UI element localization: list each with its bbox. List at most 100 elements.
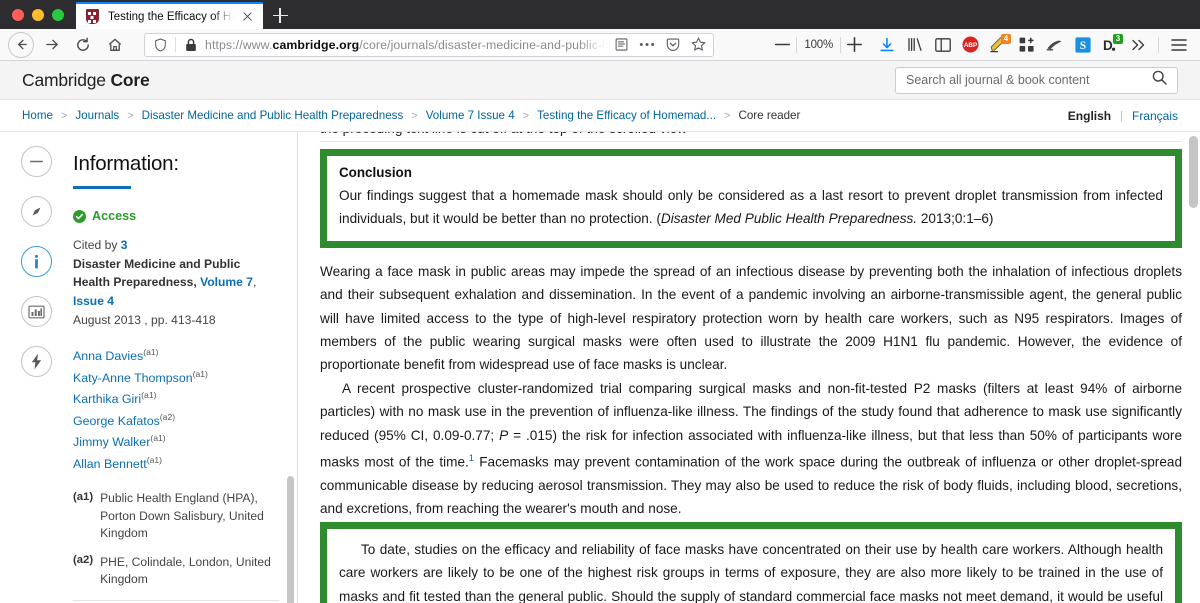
- title-underline: [73, 186, 131, 189]
- minimize-window-button[interactable]: [32, 8, 44, 21]
- logo-light: Cambridge: [22, 69, 111, 90]
- url-divider: [175, 37, 176, 52]
- breadcrumb: Home > Journals > Disaster Medicine and …: [0, 100, 1200, 132]
- sidebar-scrollbar-thumb[interactable]: [287, 476, 294, 603]
- language-francais[interactable]: Français: [1132, 109, 1178, 123]
- conclusion-journal-italic: Disaster Med Public Health Preparedness.: [660, 211, 918, 227]
- author-name: Karthika Giri: [73, 392, 142, 407]
- new-tab-button[interactable]: [263, 2, 297, 29]
- divider: [1158, 36, 1159, 53]
- d-extension-badge: 3: [1113, 33, 1123, 44]
- divider: [73, 599, 279, 601]
- search-icon[interactable]: [1152, 70, 1167, 90]
- pocket-icon[interactable]: [663, 35, 683, 55]
- collapse-icon[interactable]: [21, 146, 52, 177]
- sidebar-toggle-icon[interactable]: [929, 31, 956, 59]
- language-english[interactable]: English: [1068, 109, 1111, 123]
- url-bar[interactable]: https://www.cambridge.org/core/journals/…: [144, 32, 714, 57]
- author-name: Allan Bennett: [73, 456, 147, 471]
- navigate-compass-icon[interactable]: [21, 196, 52, 227]
- language-switcher: English | Français: [1068, 109, 1178, 123]
- svg-text:S: S: [1079, 40, 1085, 52]
- url-path: /core/journals/disaster-medicine-and-pub…: [359, 37, 606, 52]
- breadcrumb-item-article[interactable]: Testing the Efficacy of Homemad...: [537, 109, 716, 122]
- padlock-icon[interactable]: [181, 35, 200, 55]
- author-list: Anna Davies(a1) Katy-Anne Thompson(a1) K…: [73, 344, 279, 473]
- breadcrumb-item-journals[interactable]: Journals: [75, 109, 119, 122]
- information-icon[interactable]: [21, 246, 52, 277]
- author-item[interactable]: Jimmy Walker(a1): [73, 430, 279, 452]
- window-controls: [0, 0, 76, 29]
- access-label: Access: [92, 209, 137, 223]
- highlighter-pen-icon[interactable]: 4: [985, 31, 1012, 59]
- site-search[interactable]: [895, 66, 1178, 94]
- affiliation-item: (a1) Public Health England (HPA), Porton…: [73, 490, 279, 543]
- adblock-plus-icon[interactable]: ABP: [957, 31, 984, 59]
- d-extension-icon[interactable]: D 3: [1097, 31, 1124, 59]
- breadcrumb-item-home[interactable]: Home: [22, 109, 53, 122]
- tab-bar: Testing the Efficacy of Homema: [0, 0, 1200, 29]
- browser-tab[interactable]: Testing the Efficacy of Homema: [76, 2, 263, 29]
- download-arrow-icon[interactable]: [873, 31, 900, 59]
- author-item[interactable]: Anna Davies(a1): [73, 344, 279, 366]
- breadcrumb-separator: >: [127, 109, 134, 122]
- s-extension-icon[interactable]: S: [1069, 31, 1096, 59]
- author-item[interactable]: Katy-Anne Thompson(a1): [73, 366, 279, 388]
- sidebar-scrollbar[interactable]: [287, 146, 294, 603]
- cambridge-crest-icon: [86, 9, 101, 24]
- language-separator: |: [1120, 109, 1123, 122]
- conclusion-heading: Conclusion: [339, 165, 412, 180]
- clipped-text: the preceding text line is cut off at th…: [320, 132, 1182, 141]
- ellipsis-icon[interactable]: [636, 35, 658, 55]
- volume-link[interactable]: Volume 7: [200, 275, 253, 289]
- author-affiliation-ref: (a1): [141, 390, 157, 401]
- highlighter-badge: 4: [1001, 33, 1011, 44]
- breadcrumb-item-journal-name[interactable]: Disaster Medicine and Public Health Prep…: [142, 109, 404, 122]
- url-domain: cambridge.org: [272, 37, 360, 52]
- tracking-protection-shield-icon[interactable]: [150, 35, 170, 55]
- forward-arrow-icon[interactable]: [36, 31, 66, 59]
- zotero-icon[interactable]: [1041, 31, 1068, 59]
- author-item[interactable]: Allan Bennett(a1): [73, 452, 279, 474]
- page-scrollbar[interactable]: [1189, 132, 1198, 603]
- star-icon[interactable]: [688, 35, 708, 55]
- logo-bold: Core: [110, 69, 150, 90]
- browser-window: Testing the Efficacy of Homema: [0, 0, 1200, 603]
- reload-icon[interactable]: [68, 31, 98, 59]
- close-window-button[interactable]: [12, 8, 24, 21]
- breadcrumb-item-volume-issue[interactable]: Volume 7 Issue 4: [426, 109, 515, 122]
- author-item[interactable]: Karthika Giri(a1): [73, 387, 279, 409]
- body-paragraphs: Wearing a face mask in public areas may …: [320, 260, 1182, 521]
- apps-grid-icon[interactable]: [1013, 31, 1040, 59]
- affiliation-list: (a1) Public Health England (HPA), Porton…: [73, 490, 279, 589]
- home-icon[interactable]: [100, 31, 130, 59]
- maximize-window-button[interactable]: [52, 8, 64, 21]
- author-item[interactable]: George Kafatos(a2): [73, 409, 279, 431]
- library-icon[interactable]: [901, 31, 928, 59]
- breadcrumb-separator: >: [60, 109, 68, 122]
- plus-icon[interactable]: [841, 31, 868, 59]
- affiliation-value: PHE, Colindale, London, United Kingdom: [100, 554, 271, 587]
- issue-link[interactable]: Issue 4: [73, 294, 114, 308]
- breadcrumb-separator: >: [724, 109, 731, 122]
- author-name: Katy-Anne Thompson: [73, 370, 193, 385]
- author-affiliation-ref: (a1): [150, 433, 166, 444]
- figures-chart-icon[interactable]: [21, 296, 52, 327]
- cambridge-core-logo[interactable]: Cambridge Core: [22, 70, 150, 91]
- back-arrow-icon[interactable]: [8, 31, 34, 58]
- reader-view-icon[interactable]: [611, 35, 631, 55]
- close-icon[interactable]: [240, 9, 255, 24]
- actions-lightning-icon[interactable]: [21, 346, 52, 377]
- tab-title: Testing the Efficacy of Homema: [108, 10, 233, 23]
- chevron-double-right-icon[interactable]: [1125, 31, 1152, 59]
- cited-by-count[interactable]: 3: [121, 238, 128, 252]
- navigation-toolbar: https://www.cambridge.org/core/journals/…: [0, 29, 1200, 61]
- affiliation-value: Public Health England (HPA), Porton Down…: [100, 491, 264, 541]
- minus-icon[interactable]: [769, 31, 796, 59]
- conclusion-text-after: 2013;0:1–6): [917, 211, 994, 227]
- url-text[interactable]: https://www.cambridge.org/core/journals/…: [205, 38, 606, 52]
- hamburger-menu-icon[interactable]: [1165, 31, 1192, 59]
- page-scrollbar-thumb[interactable]: [1189, 136, 1198, 208]
- zoom-level[interactable]: 100%: [797, 39, 840, 51]
- search-input[interactable]: [906, 73, 1152, 87]
